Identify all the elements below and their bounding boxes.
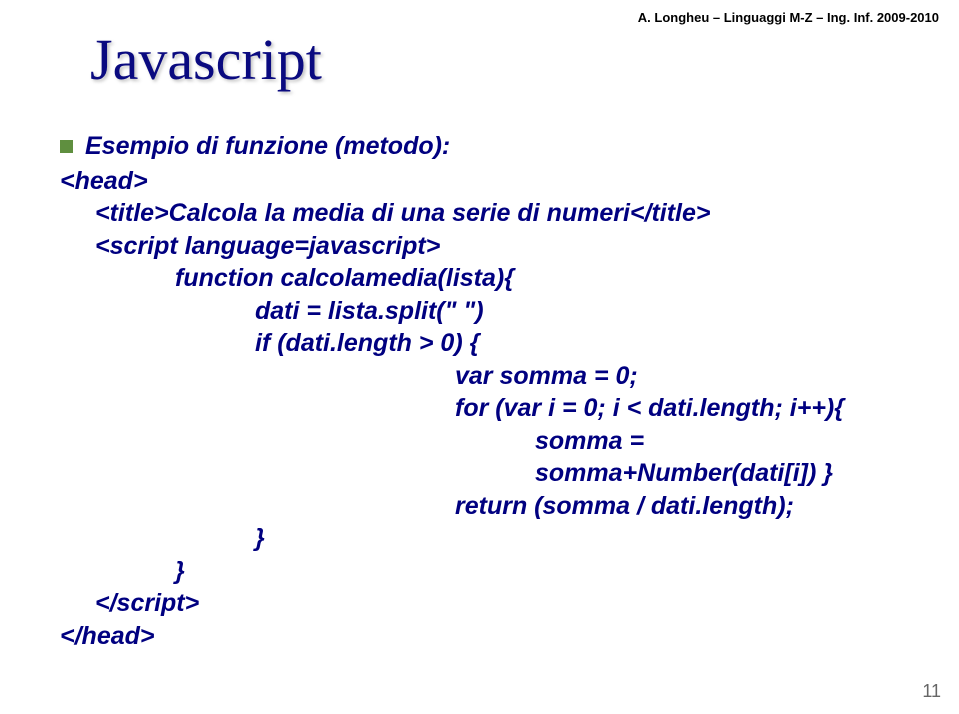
slide-content: Esempio di funzione (metodo): <head> <ti… — [60, 130, 929, 652]
code-line: somma = somma+Number(dati[i]) } — [535, 425, 929, 490]
code-line: } — [175, 555, 929, 588]
code-line: function calcolamedia(lista){ — [175, 262, 929, 295]
header-attribution: A. Longheu – Linguaggi M-Z – Ing. Inf. 2… — [638, 10, 939, 25]
bullet-icon — [60, 140, 73, 153]
code-line: } — [255, 522, 929, 555]
code-line: var somma = 0; — [455, 360, 929, 393]
code-line: dati = lista.split(" ") — [255, 295, 929, 328]
slide-title: Javascript — [90, 26, 322, 93]
bullet-text: Esempio di funzione (metodo): — [85, 130, 450, 163]
code-line: if (dati.length > 0) { — [255, 327, 929, 360]
code-line: for (var i = 0; i < dati.length; i++){ — [455, 392, 929, 425]
code-line: </script> — [95, 587, 929, 620]
page-number: 11 — [922, 681, 941, 702]
code-line: <head> — [60, 165, 929, 198]
code-line: return (somma / dati.length); — [455, 490, 929, 523]
code-line: <script language=javascript> — [95, 230, 929, 263]
code-line: <title>Calcola la media di una serie di … — [95, 197, 929, 230]
code-line: </head> — [60, 620, 929, 653]
